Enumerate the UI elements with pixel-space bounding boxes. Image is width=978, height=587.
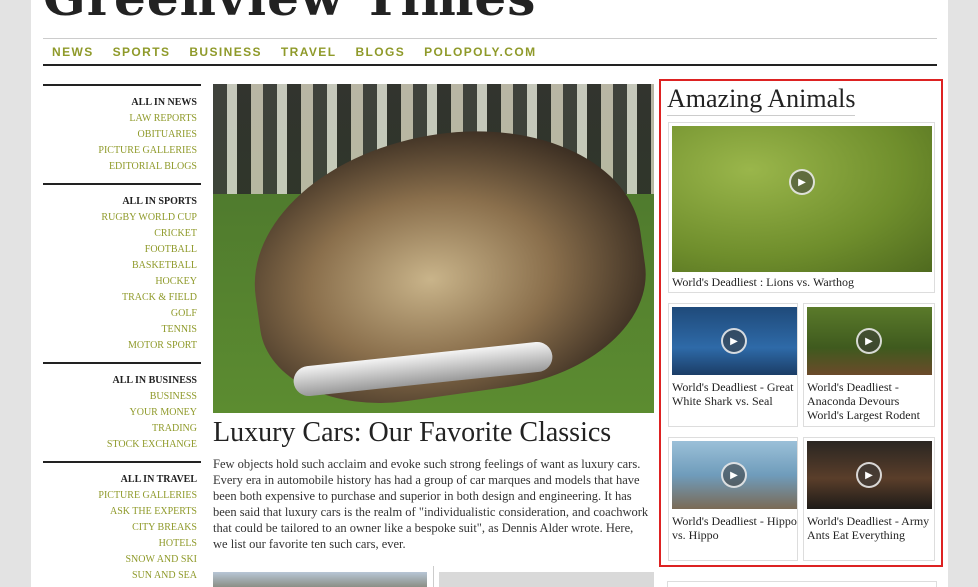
- nav-news[interactable]: NEWS: [52, 45, 94, 59]
- video-card[interactable]: ▶ World's Deadliest - Great White Shark …: [668, 303, 798, 427]
- sidebar-link[interactable]: BASKETBALL: [43, 258, 197, 274]
- sidebar-link[interactable]: PICTURE GALLERIES: [43, 143, 197, 159]
- video-caption[interactable]: World's Deadliest - Great White Shark vs…: [672, 380, 798, 408]
- nav-sports[interactable]: SPORTS: [113, 45, 171, 59]
- video-caption[interactable]: World's Deadliest : Lions vs. Warthog: [672, 275, 854, 289]
- nav-polopoly[interactable]: POLOPOLY.COM: [424, 45, 536, 59]
- sidebar-group-news: ALL IN NEWS LAW REPORTS OBITUARIES PICTU…: [43, 84, 201, 183]
- lead-article: Luxury Cars: Our Favorite Classics Few o…: [213, 84, 654, 552]
- sidebar-link[interactable]: CRICKET: [43, 226, 197, 242]
- top-navigation: NEWS SPORTS BUSINESS TRAVEL BLOGS POLOPO…: [43, 38, 937, 66]
- play-icon[interactable]: ▶: [721, 462, 747, 488]
- sidebar-link[interactable]: STOCK EXCHANGE: [43, 437, 197, 453]
- play-icon[interactable]: ▶: [856, 462, 882, 488]
- video-card[interactable]: ▶ World's Deadliest - Hippo vs. Hippo: [668, 437, 798, 561]
- sidebar-link[interactable]: PICTURE GALLERIES: [43, 488, 197, 504]
- sidebar-link[interactable]: MOTOR SPORT: [43, 338, 197, 354]
- sidebar-group-heading[interactable]: ALL IN BUSINESS: [43, 373, 197, 389]
- video-thumbnail[interactable]: ▶: [672, 307, 797, 375]
- secondary-article-thumbnail[interactable]: [213, 572, 427, 587]
- play-icon[interactable]: ▶: [789, 169, 815, 195]
- secondary-article-thumbnail[interactable]: [439, 572, 654, 587]
- sidebar-group-heading[interactable]: ALL IN NEWS: [43, 95, 197, 111]
- play-icon[interactable]: ▶: [856, 328, 882, 354]
- sidebar-group-heading[interactable]: ALL IN TRAVEL: [43, 472, 197, 488]
- lead-article-headline[interactable]: Luxury Cars: Our Favorite Classics: [213, 416, 654, 450]
- sidebar-link[interactable]: EDITORIAL BLOGS: [43, 159, 197, 175]
- sidebar-group-sports: ALL IN SPORTS RUGBY WORLD CUP CRICKET FO…: [43, 183, 201, 362]
- site-masthead[interactable]: Greenview Times: [43, 0, 536, 27]
- video-card[interactable]: ▶ World's Deadliest - Army Ants Eat Ever…: [803, 437, 935, 561]
- video-thumbnail[interactable]: ▶: [807, 307, 932, 375]
- sidebar-link[interactable]: ASK THE EXPERTS: [43, 504, 197, 520]
- sidebar-link[interactable]: FOOTBALL: [43, 242, 197, 258]
- sidebar-link[interactable]: TRACK & FIELD: [43, 290, 197, 306]
- sidebar-group-heading[interactable]: ALL IN SPORTS: [43, 194, 197, 210]
- video-card[interactable]: ▶ World's Deadliest - Anaconda Devours W…: [803, 303, 935, 427]
- sidebar-link[interactable]: YOUR MONEY: [43, 405, 198, 421]
- sidebar-link[interactable]: SUN AND SEA: [43, 568, 197, 584]
- video-caption[interactable]: World's Deadliest - Hippo vs. Hippo: [672, 514, 798, 542]
- sidebar-link[interactable]: RUGBY WORLD CUP: [43, 210, 197, 226]
- video-widget: Amazing Animals ▶ World's Deadliest : Li…: [659, 79, 943, 567]
- video-caption[interactable]: World's Deadliest - Army Ants Eat Everyt…: [807, 514, 933, 542]
- nav-blogs[interactable]: BLOGS: [355, 45, 405, 59]
- sidebar-link[interactable]: HOTELS: [43, 536, 197, 552]
- sidebar-link[interactable]: TENNIS: [43, 322, 197, 338]
- play-icon[interactable]: ▶: [721, 328, 747, 354]
- column-divider: [433, 566, 434, 587]
- nav-business[interactable]: BUSINESS: [189, 45, 262, 59]
- secondary-articles-strip: [213, 566, 654, 587]
- sidebar-link[interactable]: GOLF: [43, 306, 197, 322]
- sidebar-link[interactable]: BUSINESS: [43, 389, 197, 405]
- next-widget-edge: [667, 581, 937, 587]
- lead-article-image[interactable]: [213, 84, 654, 413]
- video-thumbnail[interactable]: ▶: [807, 441, 932, 509]
- video-widget-title: Amazing Animals: [667, 83, 856, 116]
- video-caption[interactable]: World's Deadliest - Anaconda Devours Wor…: [807, 380, 933, 422]
- sidebar-group-travel: ALL IN TRAVEL PICTURE GALLERIES ASK THE …: [43, 461, 201, 587]
- sidebar-link[interactable]: HOCKEY: [43, 274, 197, 290]
- video-card-featured[interactable]: ▶ World's Deadliest : Lions vs. Warthog: [668, 122, 935, 293]
- video-thumbnail[interactable]: ▶: [672, 126, 932, 272]
- video-thumbnail[interactable]: ▶: [672, 441, 797, 509]
- page: Greenview Times NEWS SPORTS BUSINESS TRA…: [31, 0, 948, 587]
- sidebar-link[interactable]: SNOW AND SKI: [43, 552, 198, 568]
- nav-travel[interactable]: TRAVEL: [281, 45, 337, 59]
- sidebar-link[interactable]: OBITUARIES: [43, 127, 197, 143]
- sidebar-link[interactable]: TRADING: [43, 421, 197, 437]
- sidebar-link[interactable]: LAW REPORTS: [43, 111, 197, 127]
- lead-article-summary: Few objects hold such acclaim and evoke …: [213, 457, 649, 551]
- section-sidebar: ALL IN NEWS LAW REPORTS OBITUARIES PICTU…: [43, 84, 201, 587]
- sidebar-link[interactable]: CITY BREAKS: [43, 520, 197, 536]
- sidebar-group-business: ALL IN BUSINESS BUSINESS YOUR MONEY TRAD…: [43, 362, 201, 461]
